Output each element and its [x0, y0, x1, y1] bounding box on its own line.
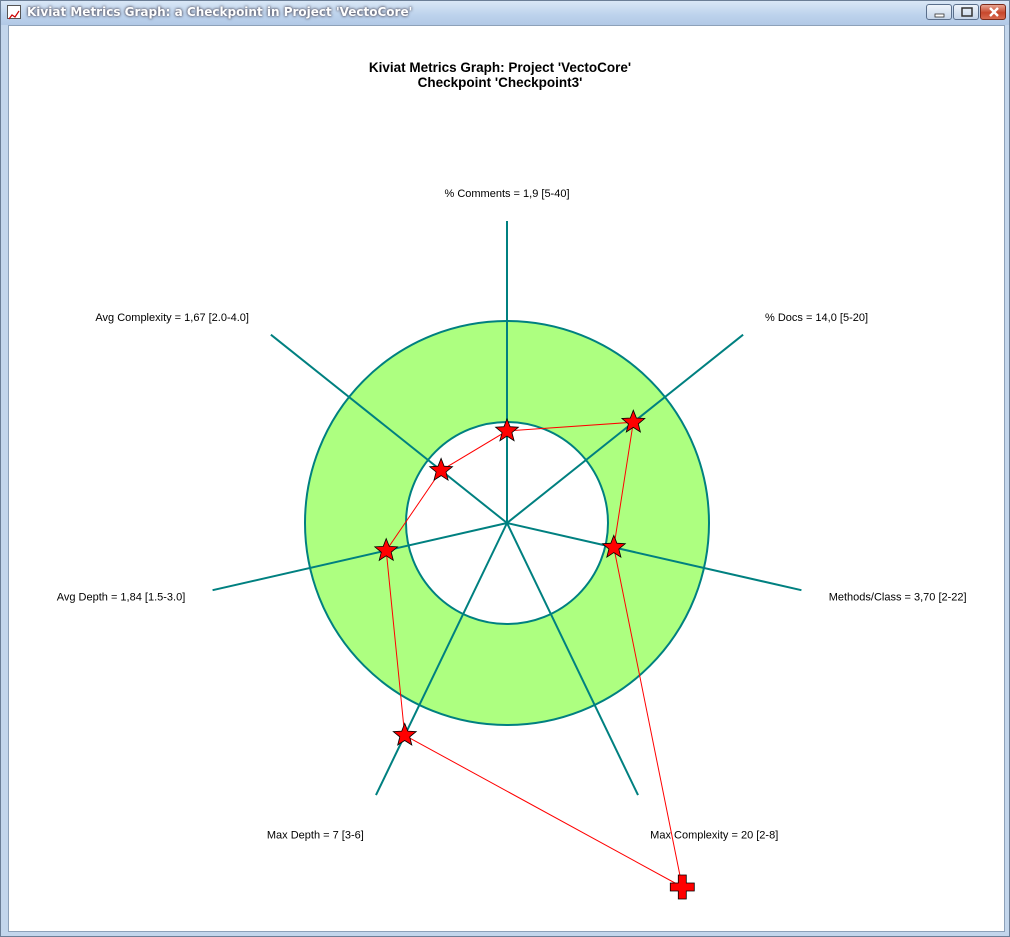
chart-title: Kiviat Metrics Graph: Project 'VectoCore…: [369, 60, 631, 75]
chart-area: Kiviat Metrics Graph: Project 'VectoCore…: [8, 25, 1005, 932]
axis-label: Avg Complexity = 1,67 [2.0-4.0]: [95, 312, 249, 324]
title-bar[interactable]: Kiviat Metrics Graph: a Checkpoint in Pr…: [1, 1, 1009, 25]
kiviat-chart: Kiviat Metrics Graph: Project 'VectoCore…: [57, 60, 967, 900]
chart-subtitle: Checkpoint 'Checkpoint3': [418, 75, 583, 90]
star-marker: [392, 722, 418, 746]
app-window: Kiviat Metrics Graph: a Checkpoint in Pr…: [0, 0, 1010, 937]
window-title: Kiviat Metrics Graph: a Checkpoint in Pr…: [27, 5, 413, 19]
close-button[interactable]: [980, 4, 1006, 20]
axis-label: Methods/Class = 3,70 [2-22]: [829, 591, 967, 603]
axis-label: % Docs = 14,0 [5-20]: [765, 312, 868, 324]
minimize-button[interactable]: [926, 4, 952, 20]
close-icon: [989, 7, 999, 17]
maximize-icon: [961, 7, 973, 17]
minimize-icon: [934, 13, 945, 18]
out-of-range-marker: [669, 874, 695, 900]
axis-label: Max Depth = 7 [3-6]: [267, 829, 364, 841]
maximize-button[interactable]: [953, 4, 979, 20]
axis-label: Avg Depth = 1,84 [1.5-3.0]: [57, 591, 186, 603]
axis-label: % Comments = 1,9 [5-40]: [444, 188, 569, 200]
axis-label: Max Complexity = 20 [2-8]: [650, 829, 778, 841]
chart-icon: [7, 5, 21, 20]
